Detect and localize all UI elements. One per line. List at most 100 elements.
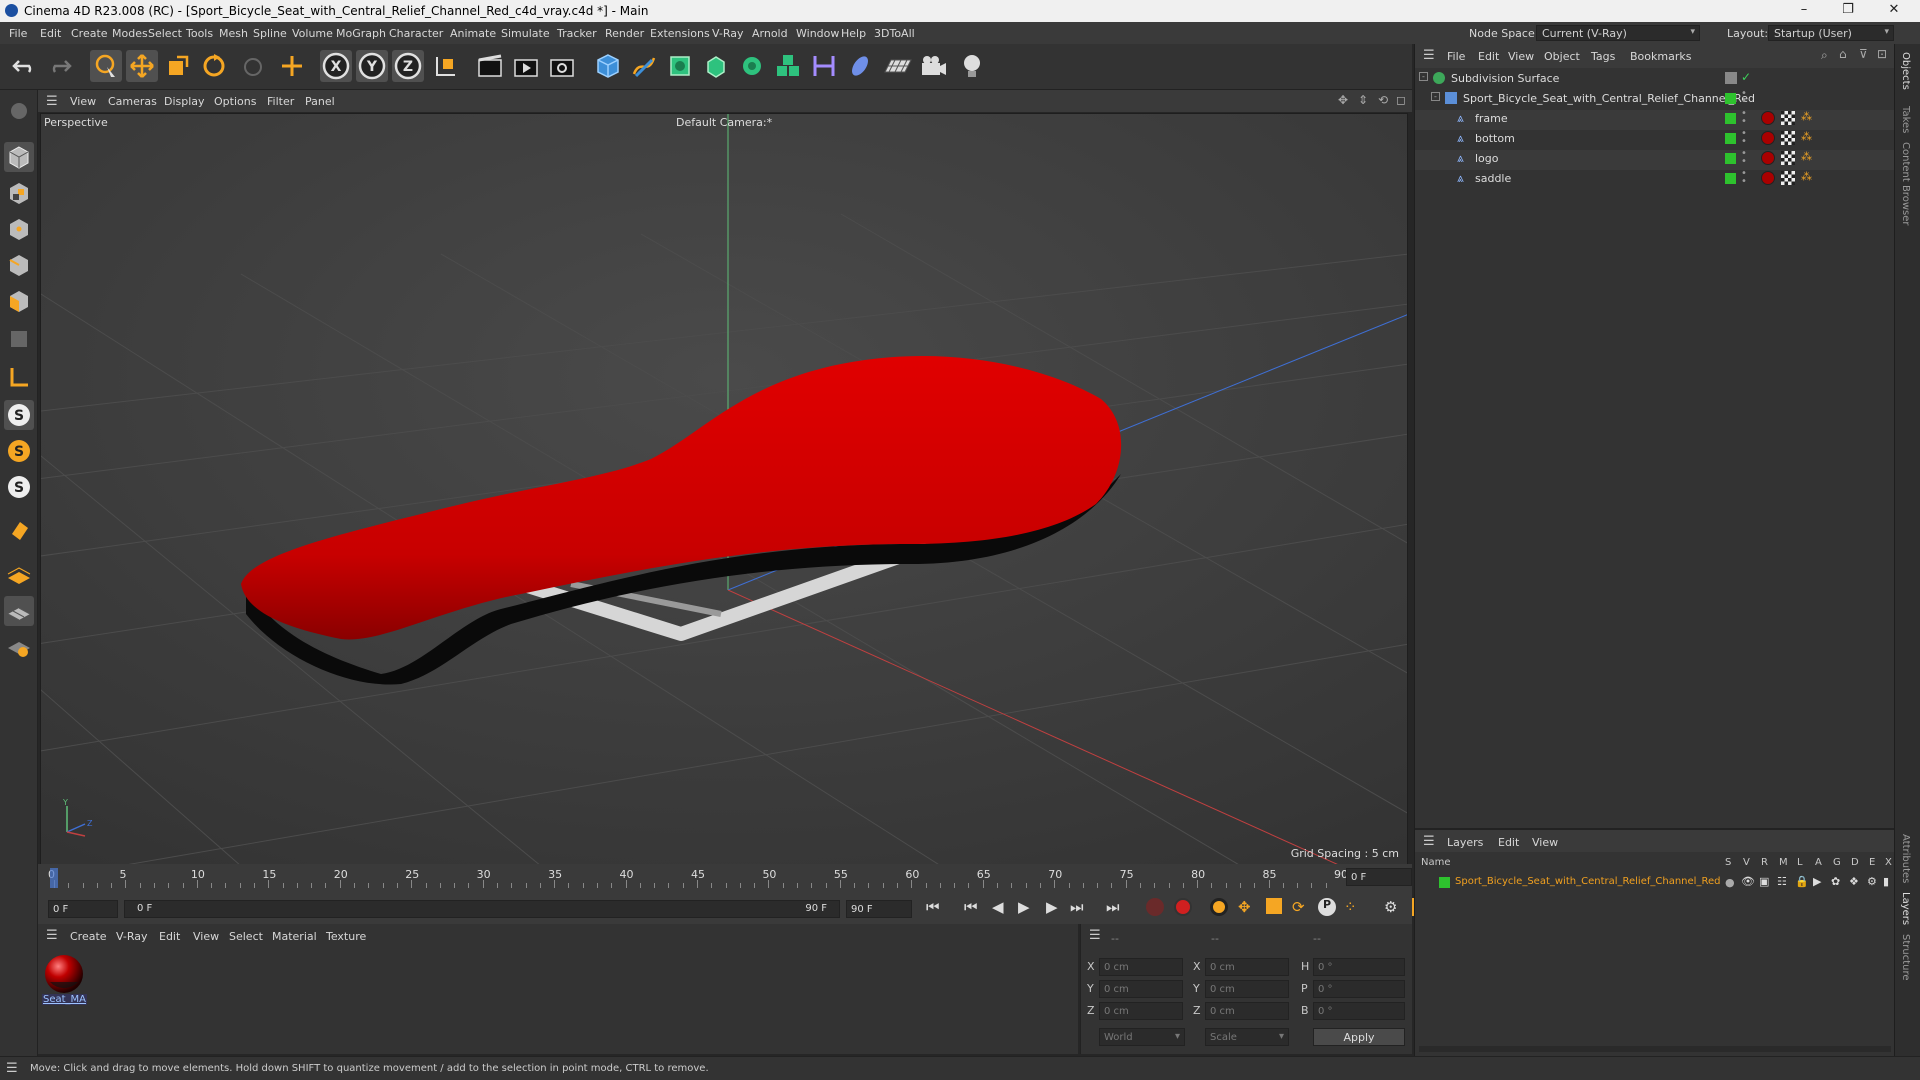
- close-button[interactable]: ✕: [1874, 2, 1914, 17]
- render-region-button[interactable]: [474, 50, 506, 82]
- key-pla-icon[interactable]: ⁘: [1344, 898, 1357, 916]
- collapse-icon[interactable]: -: [1419, 72, 1428, 81]
- menu-file[interactable]: File: [9, 27, 27, 40]
- material-tag-icon[interactable]: [1761, 171, 1775, 185]
- range-slider[interactable]: 0 F 90 F: [124, 900, 840, 918]
- rotate-view-icon[interactable]: ⟲: [1378, 93, 1388, 107]
- layer-row[interactable]: Sport_Bicycle_Seat_with_Central_Relief_C…: [1415, 874, 1895, 894]
- viewport-menu-options[interactable]: Options: [214, 95, 256, 108]
- deformer-icon[interactable]: ❖: [1849, 875, 1859, 888]
- render-dots-icon[interactable]: • •: [1741, 149, 1747, 167]
- mograph-cloner-button[interactable]: [736, 50, 768, 82]
- live-selection-button[interactable]: [90, 50, 122, 82]
- edges-mode-button[interactable]: [4, 250, 34, 280]
- render-dots-icon[interactable]: • •: [1741, 109, 1747, 127]
- viewport-menu-display[interactable]: Display: [164, 95, 205, 108]
- render-view-button[interactable]: [510, 50, 542, 82]
- solo-icon[interactable]: ●: [1725, 876, 1735, 889]
- visibility-green-icon[interactable]: [1725, 93, 1736, 104]
- menu-tools[interactable]: Tools: [186, 27, 213, 40]
- floor-button[interactable]: [882, 50, 914, 82]
- hamburger-icon[interactable]: ☰: [1089, 928, 1101, 943]
- uv-mode-button[interactable]: [4, 324, 34, 354]
- key-scale-icon[interactable]: [1266, 898, 1282, 914]
- tab-layers[interactable]: Layers: [1900, 892, 1911, 925]
- om-menu-tags[interactable]: Tags: [1591, 50, 1615, 63]
- generator-icon[interactable]: ✿: [1831, 875, 1840, 888]
- new-window-icon[interactable]: ⊡: [1877, 47, 1887, 61]
- coord-mode-select[interactable]: Scale ▾: [1205, 1028, 1289, 1046]
- mat-menu-vray[interactable]: V-Ray: [116, 930, 148, 943]
- menu-help[interactable]: Help: [841, 27, 866, 40]
- extrude-button[interactable]: [700, 50, 732, 82]
- polygons-mode-button[interactable]: [4, 286, 34, 316]
- camera-button[interactable]: [918, 50, 950, 82]
- play-icon[interactable]: ▶: [1018, 898, 1030, 916]
- material-tag-icon[interactable]: [1761, 151, 1775, 165]
- axis-mode-button[interactable]: [4, 362, 34, 392]
- redo-button[interactable]: [44, 50, 76, 82]
- horizontal-scrollbar[interactable]: [1419, 1046, 1891, 1052]
- visibility-green-icon[interactable]: [1725, 173, 1736, 184]
- texture-tag-icon[interactable]: [1781, 171, 1795, 185]
- viewport-menu-panel[interactable]: Panel: [305, 95, 335, 108]
- render-icon[interactable]: ▣: [1759, 875, 1769, 888]
- menu-simulate[interactable]: Simulate: [501, 27, 550, 40]
- apply-button[interactable]: Apply: [1313, 1028, 1405, 1046]
- pos-y-field[interactable]: 0 cm: [1099, 980, 1183, 998]
- move-view-icon[interactable]: ✥: [1338, 93, 1348, 107]
- zoom-view-icon[interactable]: ⇕: [1358, 93, 1368, 107]
- object-row-saddle[interactable]: ⩓ saddle • • ⁂: [1415, 169, 1895, 190]
- light-button[interactable]: [956, 50, 988, 82]
- texture-tag-icon[interactable]: [1781, 151, 1795, 165]
- tweak-button[interactable]: [4, 516, 34, 546]
- menu-mesh[interactable]: Mesh: [219, 27, 248, 40]
- pos-x-field[interactable]: 0 cm: [1099, 958, 1183, 976]
- coord-space-select[interactable]: World ▾: [1099, 1028, 1185, 1046]
- mat-menu-edit[interactable]: Edit: [159, 930, 180, 943]
- render-dots-icon[interactable]: • •: [1741, 89, 1747, 107]
- search-icon[interactable]: ⌕: [1821, 48, 1828, 63]
- tab-takes[interactable]: Takes: [1900, 106, 1911, 133]
- go-start-icon[interactable]: ⏮: [926, 898, 940, 916]
- keyframe-selection-icon[interactable]: [1210, 898, 1228, 916]
- layer-color-swatch[interactable]: [1439, 877, 1450, 888]
- key-position-icon[interactable]: ✥: [1238, 898, 1251, 916]
- scale-tool-button[interactable]: [162, 50, 194, 82]
- maximize-view-icon[interactable]: ◻: [1396, 93, 1406, 107]
- recent-tools-button[interactable]: [238, 50, 270, 82]
- viewport-menu-filter[interactable]: Filter: [267, 95, 294, 108]
- size-y-field[interactable]: 0 cm: [1205, 980, 1289, 998]
- visible-eye-icon[interactable]: 👁: [1741, 875, 1755, 888]
- camera-label[interactable]: Default Camera:*: [676, 116, 772, 129]
- hamburger-icon[interactable]: ☰: [46, 928, 58, 943]
- node-space-select[interactable]: Current (V-Ray) ▾: [1536, 25, 1700, 41]
- mat-menu-create[interactable]: Create: [70, 930, 107, 943]
- hamburger-icon[interactable]: ☰: [6, 1061, 18, 1076]
- lock-icon[interactable]: 🔒: [1795, 875, 1809, 888]
- layer-menu-layers[interactable]: Layers: [1447, 836, 1483, 849]
- playhead[interactable]: [50, 868, 58, 888]
- expression-icon[interactable]: ⚙: [1867, 875, 1877, 888]
- spline-pen-button[interactable]: [628, 50, 660, 82]
- menu-spline[interactable]: Spline: [253, 27, 287, 40]
- hamburger-icon[interactable]: ☰: [46, 94, 58, 109]
- vray-tag-icon[interactable]: ⁂: [1801, 150, 1812, 163]
- filter-icon[interactable]: ⊽: [1859, 47, 1868, 61]
- menu-mograph[interactable]: MoGraph: [336, 27, 386, 40]
- menu-character[interactable]: Character: [389, 27, 443, 40]
- menu-animate[interactable]: Animate: [450, 27, 496, 40]
- menu-modes[interactable]: Modes: [112, 27, 148, 40]
- menu-3dtoall[interactable]: 3DToAll: [874, 27, 915, 40]
- next-frame-icon[interactable]: ▶: [1046, 898, 1058, 916]
- mat-menu-texture[interactable]: Texture: [326, 930, 366, 943]
- snap-settings-button[interactable]: S: [4, 436, 34, 466]
- end-frame-field[interactable]: 90 F: [846, 900, 912, 918]
- y-axis-lock-button[interactable]: Y: [356, 50, 388, 82]
- z-axis-lock-button[interactable]: Z: [392, 50, 424, 82]
- prev-key-icon[interactable]: ⏮: [964, 898, 978, 916]
- x-axis-lock-button[interactable]: X: [320, 50, 352, 82]
- scene-button[interactable]: [844, 50, 876, 82]
- size-x-field[interactable]: 0 cm: [1205, 958, 1289, 976]
- workplane-button[interactable]: [4, 560, 34, 590]
